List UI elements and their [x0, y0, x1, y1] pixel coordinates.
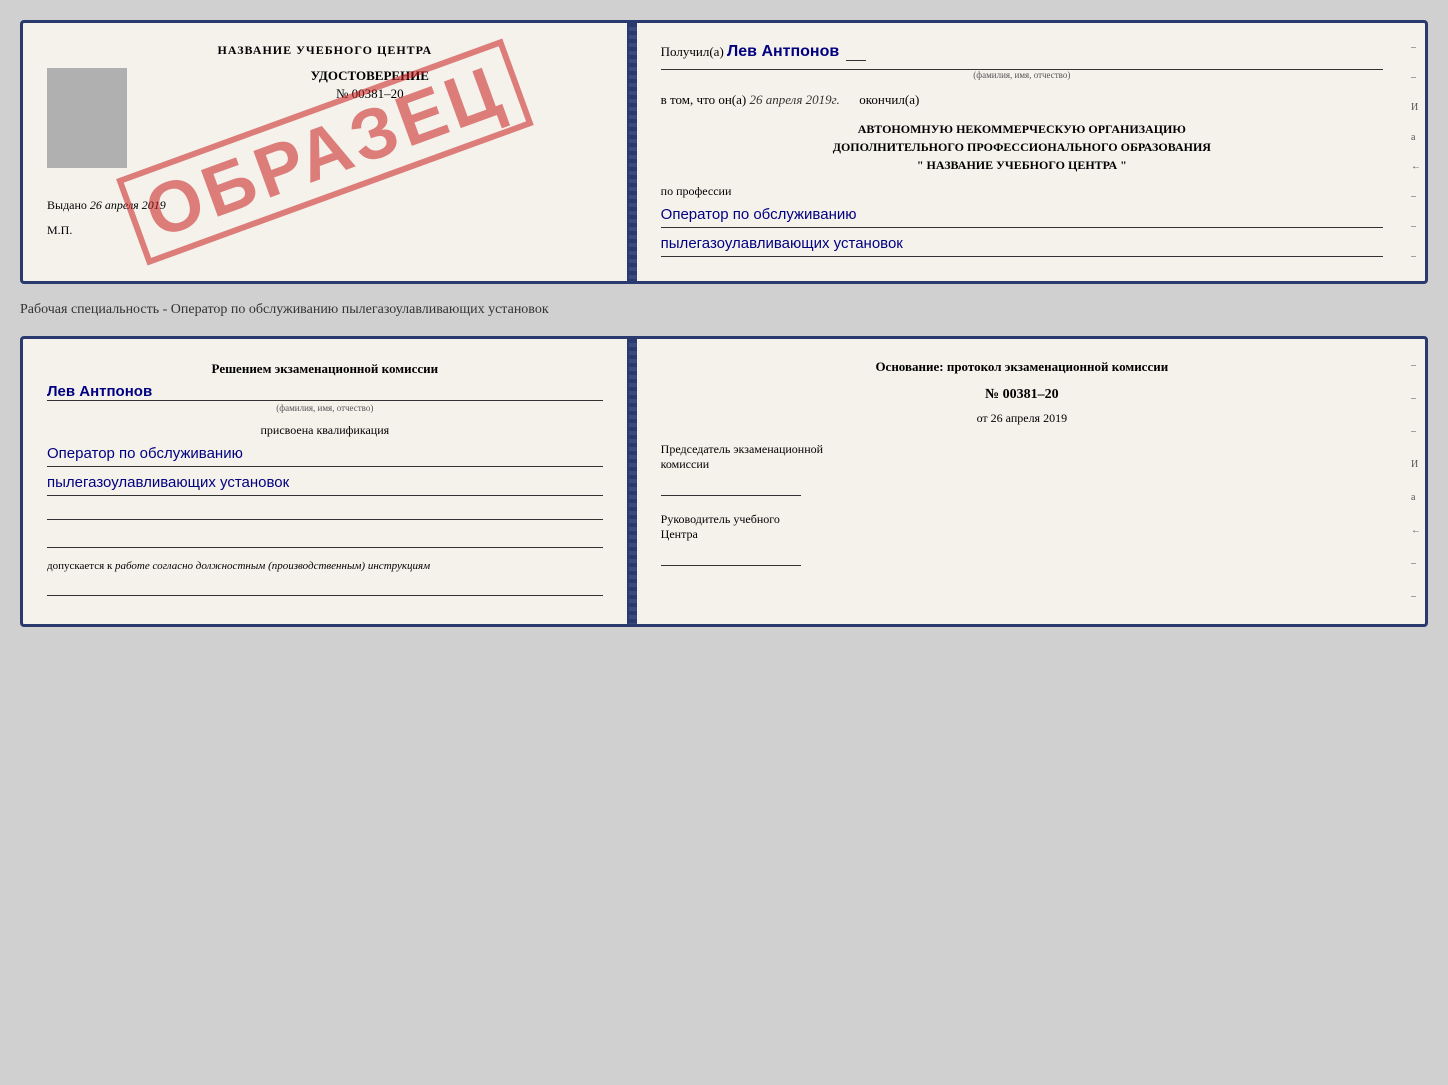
bottom-side-char-4: И — [1411, 459, 1421, 470]
bottom-side-char-8: – — [1411, 591, 1421, 602]
date-value: 26 апреля 2019г. — [749, 92, 839, 107]
допускается-label: допускается к — [47, 560, 112, 572]
bottom-certificate-book: Решением экзаменационной комиссии Лев Ан… — [20, 336, 1428, 627]
cert-left-details: УДОСТОВЕРЕНИЕ № 00381–20 — [137, 68, 603, 168]
signature-line-3 — [47, 576, 603, 596]
profession-line2: пылегазоулавливающих установок — [661, 232, 1383, 257]
predsed-line1: Председатель экзаменационной — [661, 442, 1383, 457]
right-side-deco: – – И а ← – – – — [1407, 23, 1425, 281]
protocol-num: № 00381–20 — [661, 387, 1383, 403]
training-center-title: НАЗВАНИЕ УЧЕБНОГО ЦЕНТРА — [47, 43, 603, 58]
komissia-line1: Решением экзаменационной комиссии — [47, 359, 603, 379]
side-char-5: ← — [1411, 161, 1421, 172]
org-line1: АВТОНОМНУЮ НЕКОММЕРЧЕСКУЮ ОРГАНИЗАЦИЮ — [661, 120, 1383, 138]
fio-label-top: (фамилия, имя, отчество) — [661, 69, 1383, 80]
bottom-side-char-5: а — [1411, 492, 1421, 503]
bottom-side-char-1: – — [1411, 360, 1421, 371]
predsed-line2: комиссии — [661, 457, 1383, 472]
received-label: Получил(а) — [661, 44, 724, 59]
bottom-right-side-deco: – – – И а ← – – — [1407, 339, 1425, 624]
top-cert-left-page: НАЗВАНИЕ УЧЕБНОГО ЦЕНТРА УДОСТОВЕРЕНИЕ №… — [23, 23, 629, 281]
date-label: от — [977, 411, 988, 425]
side-char-1: – — [1411, 42, 1421, 53]
qualification-line1: Оператор по обслуживанию — [47, 442, 603, 467]
komissia-label: Решением экзаменационной комиссии — [47, 359, 603, 379]
profession-label: по профессии — [661, 184, 1383, 199]
side-char-3: И — [1411, 102, 1421, 113]
remark-line: Рабочая специальность - Оператор по обсл… — [20, 296, 1428, 324]
top-certificate-book: НАЗВАНИЕ УЧЕБНОГО ЦЕНТРА УДОСТОВЕРЕНИЕ №… — [20, 20, 1428, 284]
cert-number: № 00381–20 — [137, 86, 603, 102]
cert-main-area: УДОСТОВЕРЕНИЕ № 00381–20 — [47, 68, 603, 168]
recipient-name: Лев Антпонов — [727, 43, 839, 60]
bottom-fio-label: (фамилия, имя, отчество) — [47, 403, 603, 413]
page-container: НАЗВАНИЕ УЧЕБНОГО ЦЕНТРА УДОСТОВЕРЕНИЕ №… — [20, 20, 1428, 627]
side-char-8: – — [1411, 251, 1421, 262]
received-header: Получил(а) Лев Антпонов — [661, 43, 1383, 61]
side-char-7: – — [1411, 221, 1421, 232]
bottom-side-char-6: ← — [1411, 525, 1421, 536]
date-line: в том, что он(а) 26 апреля 2019г. окончи… — [661, 92, 1383, 108]
protocol-date: от 26 апреля 2019 — [661, 411, 1383, 426]
qualification-label: присвоена квалификация — [47, 423, 603, 438]
predsed-signature-line — [661, 476, 801, 496]
profession-line1: Оператор по обслуживанию — [661, 203, 1383, 228]
bottom-cert-left-page: Решением экзаменационной комиссии Лев Ан… — [23, 339, 629, 624]
finished-label: окончил(а) — [859, 92, 919, 107]
ruk-signature-line — [661, 546, 801, 566]
bottom-side-char-7: – — [1411, 558, 1421, 569]
ruk-line2: Центра — [661, 527, 1383, 542]
org-block: АВТОНОМНУЮ НЕКОММЕРЧЕСКУЮ ОРГАНИЗАЦИЮ ДО… — [661, 120, 1383, 174]
bottom-spine-decoration — [629, 339, 637, 624]
osnov-label: Основание: протокол экзаменационной коми… — [661, 359, 1383, 375]
predsed-block: Председатель экзаменационной комиссии — [661, 442, 1383, 472]
signature-line-2 — [47, 528, 603, 548]
issued-label: Выдано — [47, 198, 87, 212]
ruk-block: Руководитель учебного Центра — [661, 512, 1383, 542]
ruk-line1: Руководитель учебного — [661, 512, 1383, 527]
cert-issued: Выдано 26 апреля 2019 — [47, 198, 603, 213]
spine-decoration — [629, 23, 637, 281]
side-char-4: а — [1411, 132, 1421, 143]
side-char-6: – — [1411, 191, 1421, 202]
top-cert-right-page: Получил(а) Лев Антпонов (фамилия, имя, о… — [637, 23, 1407, 281]
допускается-block: допускается к работе согласно должностны… — [47, 560, 603, 572]
udostoverenie-label: УДОСТОВЕРЕНИЕ — [137, 68, 603, 84]
org-line3: " НАЗВАНИЕ УЧЕБНОГО ЦЕНТРА " — [661, 156, 1383, 174]
qualification-line2: пылегазоулавливающих установок — [47, 471, 603, 496]
bottom-side-char-3: – — [1411, 426, 1421, 437]
date-intro: в том, что он(а) — [661, 92, 747, 107]
date-value: 26 апреля 2019 — [991, 411, 1067, 425]
issued-date: 26 апреля 2019 — [90, 198, 166, 212]
photo-placeholder — [47, 68, 127, 168]
bottom-recipient-name: Лев Антпонов — [47, 383, 603, 401]
допускается-text: работе согласно должностным (производств… — [115, 560, 430, 572]
side-char-2: – — [1411, 72, 1421, 83]
bottom-side-char-2: – — [1411, 393, 1421, 404]
mp-label: М.П. — [47, 223, 603, 238]
org-line2: ДОПОЛНИТЕЛЬНОГО ПРОФЕССИОНАЛЬНОГО ОБРАЗО… — [661, 138, 1383, 156]
bottom-cert-right-page: Основание: протокол экзаменационной коми… — [637, 339, 1407, 624]
signature-line-1 — [47, 500, 603, 520]
